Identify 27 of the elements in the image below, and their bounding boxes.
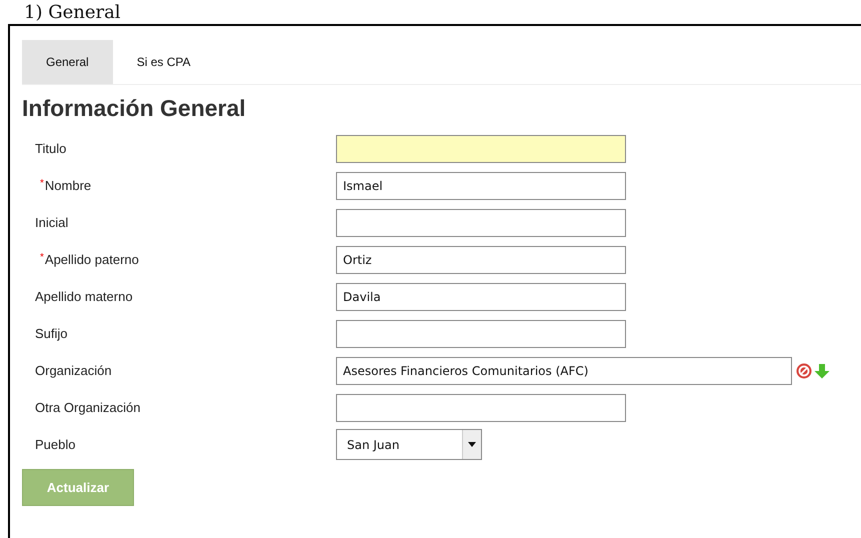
field-label: Titulo [35,141,66,156]
page-caption: 1) General [24,2,121,24]
field-label: Pueblo [35,437,76,452]
required-mark: * [40,178,44,189]
text-field[interactable]: Asesores Financieros Comunitarios (AFC) [336,356,792,384]
tab[interactable]: General [22,40,113,84]
tab[interactable]: Si es CPA [112,40,214,84]
field-label: Apellido materno [35,289,133,304]
text-field[interactable] [336,134,626,162]
required-mark: * [40,252,44,263]
text-field[interactable] [336,394,626,422]
caret-icon [468,442,476,447]
text-field[interactable]: Ortiz [336,246,626,274]
text-field[interactable]: Ismael [336,172,626,200]
field-label: Sufijo [35,326,68,341]
clear-icon[interactable] [796,362,812,378]
section-title: Información General [22,95,247,122]
field-label: Organización [35,363,112,378]
text-field[interactable]: Davila [336,282,626,310]
text-field[interactable] [336,208,626,236]
field-label: Apellido paterno [44,252,139,267]
field-label: Nombre [44,178,92,193]
dropdown[interactable]: San Juan [336,429,482,460]
field-label: Otra Organización [35,400,140,415]
down-arrow-icon[interactable] [814,362,830,378]
text-field[interactable] [336,320,626,348]
field-label: Inicial [35,215,68,230]
